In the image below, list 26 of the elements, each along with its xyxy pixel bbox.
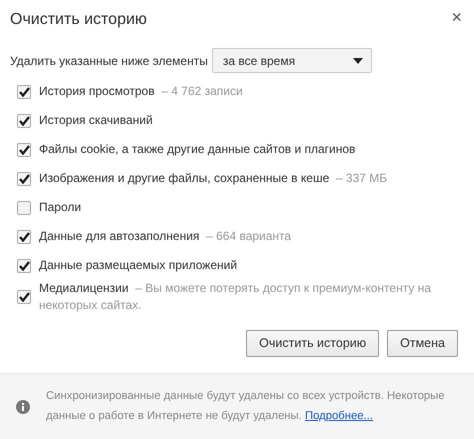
option-label: Данные размещаемых приложений — [39, 256, 238, 274]
more-link[interactable]: Подробнее... — [304, 410, 373, 422]
option-label: Изображения и другие файлы, сохраненные в кеше – 337 МБ — [39, 170, 388, 187]
checkbox[interactable] — [17, 230, 31, 244]
checkbox[interactable] — [17, 142, 31, 156]
option-label: Файлы cookie, а также другие данные сайтов и плагинов — [39, 140, 356, 158]
cancel-button[interactable]: Отмена — [387, 330, 458, 357]
info-icon — [16, 400, 30, 414]
option-label: Пароли — [39, 198, 82, 216]
checkbox[interactable] — [17, 84, 31, 98]
close-button[interactable]: × — [451, 8, 462, 26]
checkbox[interactable] — [17, 114, 31, 128]
caret-icon — [352, 58, 363, 64]
dialog-title: Очистить историю — [10, 10, 147, 30]
option-label: История просмотров – 4 762 записи — [39, 82, 243, 100]
option-label: История скачиваний — [39, 112, 153, 129]
option-label: Данные для автозаполнения – 664 варианта — [39, 228, 292, 245]
checkbox[interactable] — [17, 258, 31, 272]
checkbox[interactable] — [17, 290, 31, 304]
time-range-dropdown[interactable]: за все время — [212, 48, 372, 73]
sync-notice: Синхронизированные данные будут удалены со всех устройств. Некоторые данные о работе в Интернете не будут удалены. Подробнее... — [46, 388, 446, 424]
clear-history-button[interactable]: Очистить историю — [246, 330, 380, 357]
option-label: Медиалицензии – Вы можете потерять доступ к премиум-контенту на некоторых сайтах. — [39, 280, 432, 314]
checkbox[interactable] — [17, 200, 31, 214]
checkbox[interactable] — [17, 172, 31, 186]
range-label: Удалить указанные ниже элементы — [10, 52, 208, 70]
